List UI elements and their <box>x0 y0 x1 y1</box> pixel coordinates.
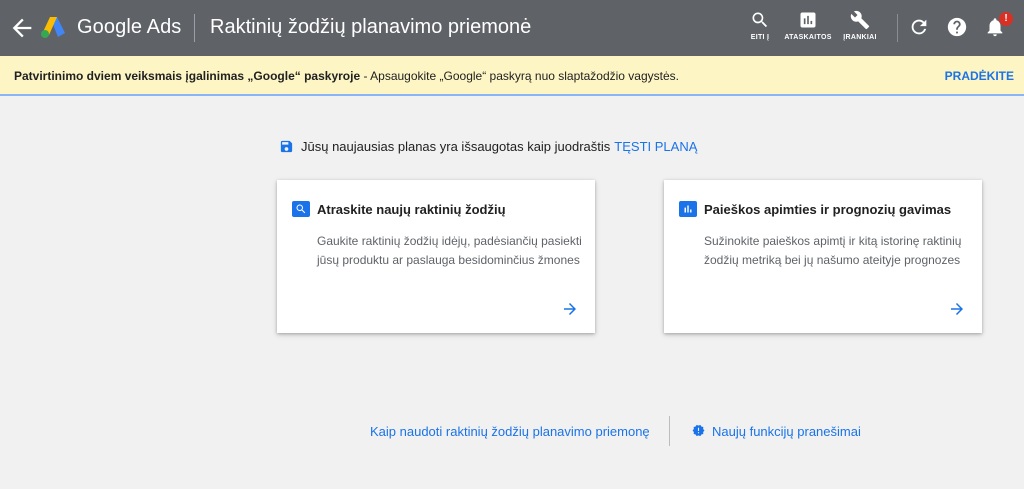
footer-divider <box>669 416 670 446</box>
refresh-icon[interactable] <box>908 16 932 40</box>
new-release-icon <box>692 424 705 437</box>
nav-tools-button[interactable]: ĮRANKIAI <box>835 10 885 50</box>
two-step-verification-banner: Patvirtinimo dviem veiksmais įgalinimas … <box>0 56 1024 96</box>
bar-chart-icon <box>679 201 697 217</box>
banner-start-button[interactable]: PRADĖKITE <box>945 69 1014 83</box>
discover-keywords-card[interactable]: Atraskite naujų raktinių žodžių Gaukite … <box>277 180 595 333</box>
card-description: Sužinokite paieškos apimtį ir kitą istor… <box>704 234 962 267</box>
toolbar-divider <box>897 14 898 42</box>
bar-chart-icon <box>800 12 816 28</box>
arrow-right-icon[interactable] <box>948 300 966 318</box>
card-header: Paieškos apimties ir prognozių gavimas <box>679 201 951 217</box>
draft-saved-text: Jūsų naujausias planas yra išsaugotas ka… <box>301 139 611 154</box>
search-volume-forecast-card[interactable]: Paieškos apimties ir prognozių gavimas S… <box>664 180 982 333</box>
help-icon[interactable] <box>946 16 970 40</box>
header-divider <box>194 14 195 42</box>
banner-bold-text: Patvirtinimo dviem veiksmais įgalinimas … <box>14 69 361 83</box>
notification-badge: ! <box>999 12 1013 26</box>
banner-text: - Apsaugokite „Google“ paskyrą nuo slapt… <box>360 69 679 83</box>
nav-search-button[interactable]: EITI Į <box>735 10 785 50</box>
feature-announcements-link[interactable]: Naujų funkcijų pranešimai <box>712 424 861 439</box>
card-title: Atraskite naujų raktinių žodžių <box>317 201 506 217</box>
top-app-bar: Google Ads Raktinių žodžių planavimo pri… <box>0 0 1024 56</box>
nav-tools-label: ĮRANKIAI <box>843 34 877 41</box>
search-icon <box>292 201 310 217</box>
google-ads-logo[interactable] <box>40 15 66 39</box>
continue-plan-link[interactable]: TĘSTI PLANĄ <box>614 139 697 154</box>
nav-reports-label: ATASKAITOS <box>784 34 832 41</box>
banner-message: Patvirtinimo dviem veiksmais įgalinimas … <box>14 69 679 83</box>
search-icon <box>752 12 768 28</box>
card-description: Gaukite raktinių žodžių idėjų, padėsianč… <box>317 234 582 267</box>
nav-search-label: EITI Į <box>750 34 770 41</box>
nav-reports-button[interactable]: ATASKAITOS <box>783 10 833 50</box>
wrench-icon <box>850 10 870 30</box>
draft-saved-notice: Jūsų naujausias planas yra išsaugotas ka… <box>279 139 697 154</box>
how-to-use-link[interactable]: Kaip naudoti raktinių žodžių planavimo p… <box>370 424 650 439</box>
card-title: Paieškos apimties ir prognozių gavimas <box>704 201 952 217</box>
brand-name: Google Ads <box>77 16 182 38</box>
arrow-right-icon[interactable] <box>561 300 579 318</box>
card-header: Atraskite naujų raktinių žodžių <box>292 201 506 217</box>
page-title: Raktinių žodžių planavimo priemonė <box>210 16 532 38</box>
back-arrow-icon[interactable] <box>8 14 36 42</box>
save-icon <box>280 140 293 153</box>
